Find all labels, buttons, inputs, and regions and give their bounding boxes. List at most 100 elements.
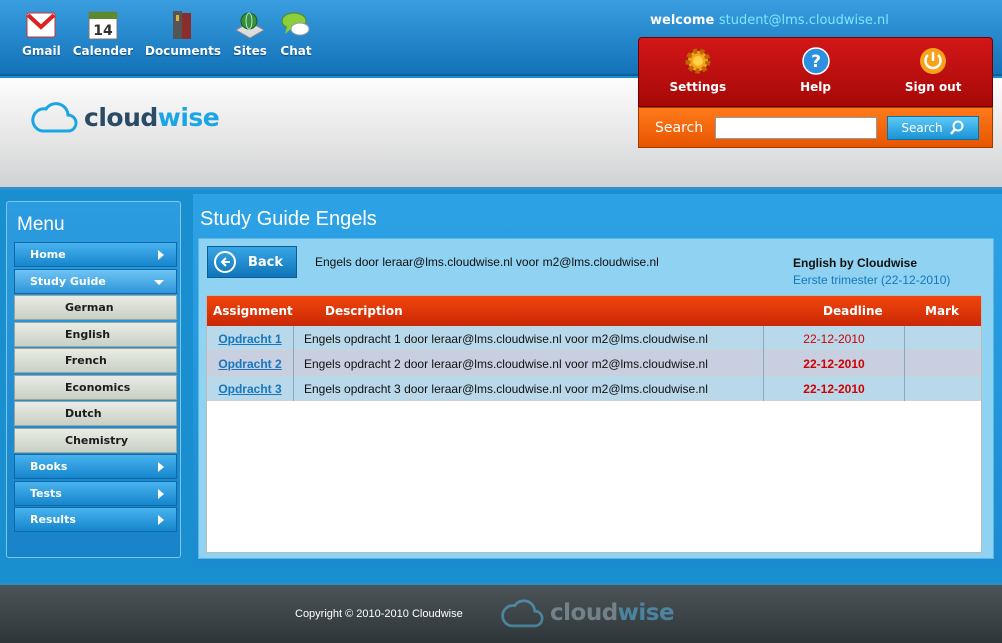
user-email[interactable]: student@lms.cloudwise.nl (719, 13, 889, 28)
menu-item-study-guide[interactable]: Study Guide (14, 268, 177, 294)
content-area: Back Engels door leraar@lms.cloudwise.nl… (198, 238, 994, 559)
app-label: Calender (72, 44, 134, 58)
submenu-item-english[interactable]: English (14, 321, 177, 347)
assignment-cell: Opdracht 2 (207, 351, 294, 376)
settings-button[interactable]: Settings (639, 38, 757, 106)
table-row: Opdracht 2 Engels opdracht 2 door leraar… (207, 351, 981, 376)
app-label: Documents (145, 44, 221, 58)
header-description[interactable]: Description (325, 304, 403, 318)
gmail-icon (24, 8, 58, 42)
back-label: Back (248, 254, 284, 270)
logo-text-cloud: cloud (84, 102, 158, 132)
menu-title: Menu (17, 214, 65, 235)
help-icon: ? (801, 46, 831, 76)
search-icon (949, 120, 964, 135)
description-cell: Engels opdracht 3 door leraar@lms.cloudw… (304, 381, 708, 396)
submenu-item-economics[interactable]: Economics (14, 374, 177, 400)
deadline-cell: 22-12-2010 (763, 376, 905, 401)
app-label: Chat (280, 44, 312, 58)
table-header: Assignment Description Deadline Mark (207, 296, 981, 326)
gear-icon (683, 46, 713, 76)
menu-item-label: Tests (30, 486, 62, 500)
help-button[interactable]: ? Help (757, 38, 875, 106)
app-gmail[interactable]: Gmail (22, 8, 61, 58)
header-deadline[interactable]: Deadline (823, 304, 883, 318)
assignment-cell: Opdracht 1 (207, 326, 294, 351)
menu-item-tests[interactable]: Tests (14, 480, 177, 506)
table-row: Opdracht 3 Engels opdracht 3 door leraar… (207, 376, 981, 401)
description-cell: Engels opdracht 2 door leraar@lms.cloudw… (304, 356, 708, 371)
footer: Copyright © 2010-2010 Cloudwise cloudwis… (0, 583, 1002, 643)
mark-cell (905, 376, 983, 401)
sites-icon (233, 8, 267, 42)
app-calendar[interactable]: 14 Calender (73, 8, 133, 58)
signout-button[interactable]: Sign out (874, 38, 992, 106)
calendar-day: 14 (93, 23, 113, 39)
submenu-item-french[interactable]: French (14, 348, 177, 373)
svg-text:?: ? (811, 52, 821, 72)
search-button[interactable]: Search (887, 115, 979, 140)
assignment-cell: Opdracht 3 (207, 376, 294, 401)
header-assignment[interactable]: Assignment (213, 304, 293, 318)
side-menu: Menu Home Study Guide German English Fre… (6, 201, 181, 558)
search-bar: Search Search (638, 107, 993, 148)
app-label: Gmail (22, 44, 61, 58)
chevron-right-icon (158, 515, 164, 525)
app-documents[interactable]: Documents (145, 8, 221, 58)
submenu-item-dutch[interactable]: Dutch (14, 401, 177, 426)
back-button[interactable]: Back (207, 246, 297, 278)
logo-text-cloud: cloud (550, 600, 618, 626)
header-mark[interactable]: Mark (925, 304, 959, 318)
deadline-cell: 22-12-2010 (763, 351, 905, 376)
app-label: Sites (233, 44, 267, 58)
welcome-text: welcome student@lms.cloudwise.nl (650, 13, 889, 28)
menu-item-label: Study Guide (30, 274, 106, 288)
help-label: Help (800, 80, 831, 94)
page-title: Study Guide Engels (200, 208, 377, 230)
table-row: Opdracht 1 Engels opdracht 1 door leraar… (207, 326, 981, 351)
user-panel: Settings ? Help Sign out (638, 37, 993, 107)
menu-item-label: Home (30, 248, 66, 261)
welcome-prefix: welcome (650, 13, 715, 28)
search-input[interactable] (715, 116, 877, 139)
search-button-label: Search (901, 120, 943, 135)
chat-icon (279, 8, 313, 42)
chevron-right-icon (158, 488, 164, 499)
assignment-link[interactable]: Opdracht 2 (218, 357, 281, 371)
menu-item-home[interactable]: Home (14, 242, 177, 267)
course-term: Eerste trimester (22-12-2010) (793, 273, 951, 287)
logo-text: cloudwise (550, 600, 675, 626)
menu-item-label: Books (30, 460, 68, 473)
chevron-down-icon (154, 279, 164, 285)
app-sites[interactable]: Sites (233, 8, 267, 58)
mark-cell (905, 351, 983, 376)
back-arrow-icon (214, 251, 236, 273)
app-chat[interactable]: Chat (279, 8, 313, 58)
logo-text-wise: wise (157, 102, 220, 132)
deadline-cell: 22-12-2010 (763, 326, 905, 351)
assignment-link[interactable]: Opdracht 3 (218, 382, 281, 396)
logo-text-wise: wise (617, 600, 675, 626)
cloudwise-logo[interactable]: cloudwise (30, 100, 220, 134)
app-launcher: Gmail 14 Calender Documents Sites Chat (22, 8, 325, 58)
footer-logo: cloudwise (500, 597, 675, 629)
cloud-logo-icon (501, 599, 544, 628)
cloud-logo-icon (31, 102, 78, 133)
mark-cell (905, 326, 983, 351)
logo-text: cloudwise (84, 102, 220, 132)
course-name: English by Cloudwise (793, 256, 918, 270)
menu-item-results[interactable]: Results (14, 507, 177, 532)
submenu-item-german[interactable]: German (14, 295, 177, 320)
search-label: Search (655, 119, 704, 136)
power-icon (918, 46, 948, 76)
menu-list: Home Study Guide German English French E… (14, 242, 177, 534)
main-panel: Study Guide Engels Back Engels door lera… (193, 194, 1002, 567)
assignment-link[interactable]: Opdracht 1 (218, 332, 281, 346)
signout-label: Sign out (904, 80, 962, 94)
chevron-right-icon (158, 462, 164, 472)
submenu-item-chemistry[interactable]: Chemistry (14, 427, 177, 453)
menu-item-books[interactable]: Books (14, 454, 177, 479)
chevron-right-icon (158, 250, 164, 260)
description-cell: Engels opdracht 1 door leraar@lms.cloudw… (304, 331, 708, 346)
menu-item-label: Results (30, 513, 76, 526)
